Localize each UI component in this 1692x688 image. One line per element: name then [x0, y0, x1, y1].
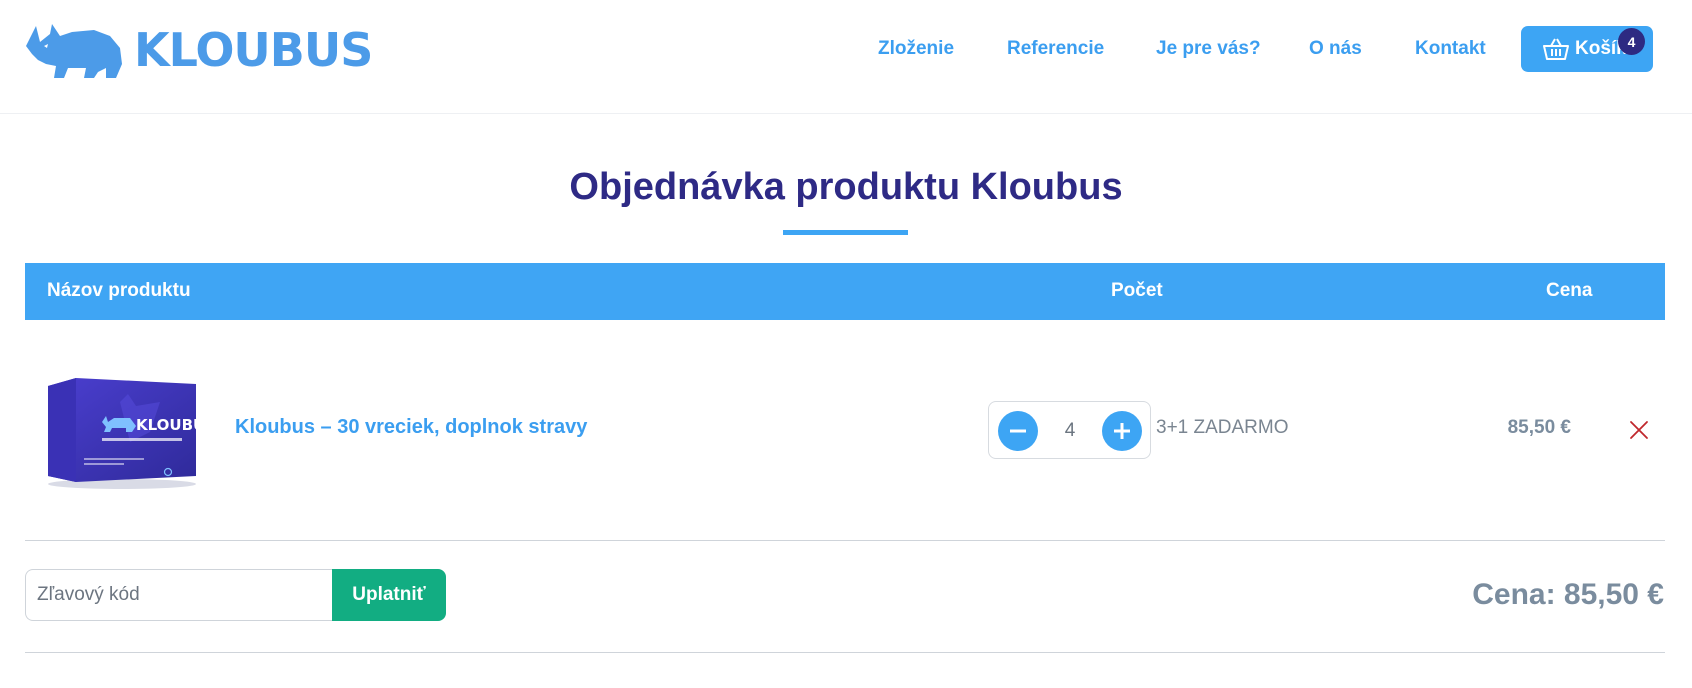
title-underline — [783, 230, 908, 235]
quantity-value[interactable]: 4 — [1047, 420, 1093, 442]
apply-coupon-button[interactable]: Uplatniť — [332, 569, 446, 621]
nav-link-o-nas[interactable]: O nás — [1309, 38, 1362, 60]
row-price: 85,50 € — [1507, 417, 1571, 438]
nav-link-zlozenie[interactable]: Zloženie — [878, 38, 954, 60]
page-title: Objednávka produktu Kloubus — [569, 166, 1123, 208]
promo-label: 3+1 ZADARMO — [1156, 417, 1289, 438]
nav-link-kontakt[interactable]: Kontakt — [1415, 38, 1486, 60]
column-header-name: Názov produktu — [47, 280, 191, 301]
remove-item-icon[interactable] — [1628, 419, 1650, 441]
site-header: KLOUBUS Zloženie Referencie Je pre vás? … — [0, 0, 1692, 114]
logo[interactable]: KLOUBUS — [24, 20, 373, 80]
cart-button[interactable]: Košík 4 — [1521, 26, 1653, 72]
logo-text: KLOUBUS — [134, 23, 373, 77]
cart-table-header: Názov produktu Počet Cena — [25, 263, 1665, 320]
quantity-stepper: 4 — [988, 401, 1151, 459]
nav-link-referencie[interactable]: Referencie — [1007, 38, 1104, 60]
order-total: Cena: 85,50 € — [1472, 578, 1664, 611]
increase-quantity-button[interactable] — [1102, 411, 1142, 451]
coupon-code-input[interactable] — [25, 569, 333, 621]
cart-count-badge: 4 — [1618, 28, 1645, 55]
nav-link-je-pre-vas[interactable]: Je pre vás? — [1156, 38, 1261, 60]
product-name-link[interactable]: Kloubus – 30 vreciek, doplnok stravy — [235, 416, 587, 439]
divider — [25, 652, 1665, 653]
basket-icon — [1543, 38, 1569, 60]
column-header-price: Cena — [1546, 280, 1593, 301]
divider — [25, 540, 1665, 541]
minus-icon — [1010, 429, 1026, 433]
product-box-brand: KLOUBUS — [136, 416, 200, 434]
column-header-quantity: Počet — [1111, 280, 1163, 301]
product-image: KLOUBUS — [48, 378, 200, 489]
rhino-logo-icon — [26, 24, 122, 78]
decrease-quantity-button[interactable] — [998, 411, 1038, 451]
plus-icon — [1114, 423, 1130, 439]
